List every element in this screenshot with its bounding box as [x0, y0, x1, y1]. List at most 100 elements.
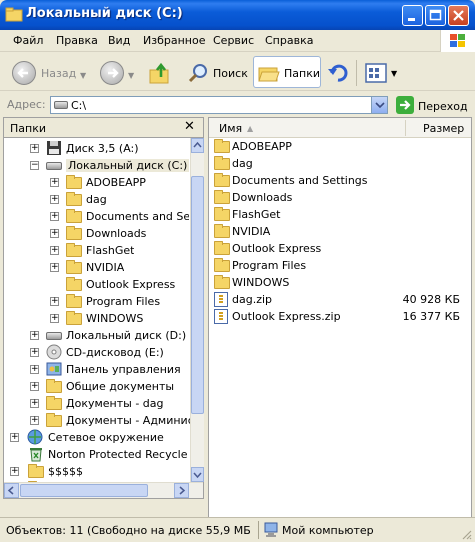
tree-item-folder[interactable]: + Program Files — [4, 293, 190, 310]
expand-icon[interactable]: + — [50, 246, 59, 255]
minimize-button[interactable] — [402, 5, 423, 26]
tree-item-folder[interactable]: + Downloads — [4, 225, 190, 242]
column-name[interactable]: Имя — [219, 122, 242, 135]
scroll-right-icon[interactable] — [174, 483, 189, 498]
expand-icon[interactable]: + — [30, 399, 39, 408]
tree-item-folder[interactable]: Outlook Express — [4, 276, 190, 293]
folder-icon — [214, 207, 230, 221]
tree-item-folder[interactable]: + ADOBEAPP — [4, 174, 190, 191]
expand-icon[interactable]: + — [50, 297, 59, 306]
tree-item-folder[interactable]: + Документы - dag — [4, 395, 190, 412]
scroll-down-icon[interactable] — [191, 467, 204, 482]
undo-icon[interactable] — [326, 61, 350, 85]
expand-icon[interactable]: + — [10, 433, 19, 442]
menu-view[interactable]: Вид — [108, 34, 130, 47]
views-icon[interactable] — [364, 61, 390, 85]
list-item[interactable]: Program Files — [212, 257, 470, 274]
forward-arrow-icon[interactable] — [100, 61, 124, 85]
title-bar[interactable]: Локальный диск (C:) — [0, 0, 475, 30]
back-button-label[interactable]: Назад — [41, 67, 76, 80]
menu-favorites[interactable]: Избранное — [143, 34, 205, 47]
address-dropdown-icon[interactable] — [371, 97, 387, 113]
tree-item-folder[interactable]: + NVIDIA — [4, 259, 190, 276]
list-item[interactable]: Downloads — [212, 189, 470, 206]
tree-item-folder[interactable]: + Документы - Администратор — [4, 412, 190, 429]
scroll-left-icon[interactable] — [4, 483, 19, 498]
folder-icon — [66, 277, 82, 291]
folder-icon — [46, 396, 62, 410]
tree-item-floppy[interactable]: + Диск 3,5 (A:) — [4, 140, 190, 157]
menu-tools[interactable]: Сервис — [213, 34, 254, 47]
back-dropdown-icon[interactable]: ▼ — [80, 71, 86, 80]
expand-icon[interactable]: + — [30, 331, 39, 340]
list-item[interactable]: Outlook Express — [212, 240, 470, 257]
list-item[interactable]: Outlook Express.zip 16 377 КБ — [212, 308, 470, 325]
list-item[interactable]: ADOBEAPP — [212, 138, 470, 155]
tree-item-folder[interactable]: + Общие документы — [4, 378, 190, 395]
expand-icon[interactable]: + — [50, 314, 59, 323]
scroll-thumb[interactable] — [20, 484, 148, 497]
menu-file[interactable]: Файл — [13, 34, 43, 47]
address-input[interactable]: C:\ — [50, 96, 388, 114]
tree-item-folder[interactable]: + Documents and Settings — [4, 208, 190, 225]
tree-item-label: Диск 3,5 (A:) — [66, 142, 139, 155]
item-name: dag — [232, 157, 253, 170]
forward-dropdown-icon[interactable]: ▼ — [128, 71, 134, 80]
go-arrow-icon[interactable] — [396, 96, 414, 114]
expand-icon[interactable]: + — [50, 263, 59, 272]
close-pane-icon[interactable]: ✕ — [184, 119, 195, 134]
expand-icon[interactable]: + — [50, 178, 59, 187]
item-size: 16 377 КБ — [402, 310, 460, 323]
tree-item-network[interactable]: + Сетевое окружение — [4, 429, 190, 446]
tree-vertical-scrollbar[interactable] — [190, 138, 204, 482]
list-item[interactable]: Documents and Settings — [212, 172, 470, 189]
scroll-thumb[interactable] — [191, 176, 204, 414]
go-button-label[interactable]: Переход — [418, 100, 468, 113]
menu-edit[interactable]: Правка — [56, 34, 98, 47]
expand-icon[interactable]: + — [30, 365, 39, 374]
expand-icon[interactable]: + — [50, 212, 59, 221]
status-location: Мой компьютер — [282, 524, 374, 537]
tree-item-cd-drive[interactable]: + CD-дисковод (E:) — [4, 344, 190, 361]
tree-item-control-panel[interactable]: + Панель управления — [4, 361, 190, 378]
tree-item-recycle-bin[interactable]: Norton Protected Recycle Bin — [4, 446, 190, 463]
tree-item-drive-c[interactable]: − Локальный диск (C:) — [4, 157, 190, 174]
collapse-icon[interactable]: − — [30, 161, 39, 170]
folders-button[interactable]: Папки — [253, 56, 321, 88]
expand-icon[interactable]: + — [30, 416, 39, 425]
item-name: WINDOWS — [232, 276, 290, 289]
list-item[interactable]: FlashGet — [212, 206, 470, 223]
tree-item-drive-d[interactable]: + Локальный диск (D:) — [4, 327, 190, 344]
list-item[interactable]: WINDOWS — [212, 274, 470, 291]
tree-item-folder[interactable]: + $$$$$ — [4, 463, 190, 480]
menu-help[interactable]: Справка — [265, 34, 313, 47]
resize-grip-icon[interactable] — [460, 528, 472, 540]
search-icon[interactable] — [187, 61, 211, 85]
expand-icon[interactable]: + — [50, 229, 59, 238]
status-separator — [258, 521, 259, 539]
tree-item-label: $$$$$ — [48, 465, 83, 478]
up-folder-icon[interactable] — [148, 61, 172, 85]
views-dropdown-icon[interactable]: ▼ — [391, 69, 397, 78]
tree-horizontal-scrollbar[interactable] — [4, 482, 203, 498]
tree-item-folder[interactable]: + FlashGet — [4, 242, 190, 259]
tree-item-label: Локальный диск (D:) — [66, 329, 187, 342]
list-item[interactable]: NVIDIA — [212, 223, 470, 240]
tree-item-folder[interactable]: + WINDOWS — [4, 310, 190, 327]
expand-icon[interactable]: + — [10, 467, 19, 476]
close-button[interactable] — [448, 5, 469, 26]
expand-icon[interactable]: + — [30, 144, 39, 153]
search-button-label[interactable]: Поиск — [213, 67, 248, 80]
back-arrow-icon[interactable] — [12, 61, 36, 85]
tree-item-label: Документы - Администратор — [66, 414, 190, 427]
list-item[interactable]: dag — [212, 155, 470, 172]
column-divider[interactable] — [405, 120, 406, 136]
tree-item-folder[interactable]: + dag — [4, 191, 190, 208]
expand-icon[interactable]: + — [30, 348, 39, 357]
scroll-up-icon[interactable] — [191, 138, 204, 153]
list-item[interactable]: dag.zip 40 928 КБ — [212, 291, 470, 308]
column-size[interactable]: Размер — [423, 122, 464, 135]
expand-icon[interactable]: + — [30, 382, 39, 391]
maximize-button[interactable] — [425, 5, 446, 26]
expand-icon[interactable]: + — [50, 195, 59, 204]
